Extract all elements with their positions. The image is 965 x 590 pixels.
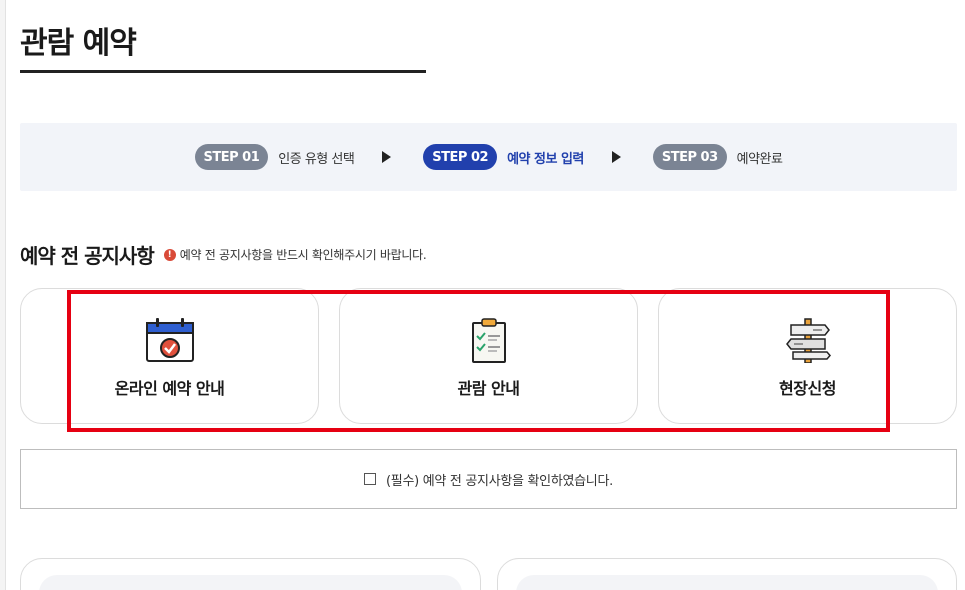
notice-heading: 예약 전 공지사항 ! 예약 전 공지사항을 반드시 확인해주시기 바랍니다. — [20, 240, 427, 269]
step-3-label: 예약완료 — [736, 151, 783, 167]
step-3-badge: STEP 03 — [652, 144, 727, 170]
step-2-badge: STEP 02 — [423, 144, 498, 170]
card-label: 관람 안내 — [457, 379, 520, 398]
card-onsite-application[interactable]: 현장신청 — [658, 288, 957, 424]
signpost-icon — [785, 318, 831, 363]
agreement-checkbox[interactable] — [364, 473, 377, 485]
card-label: 온라인 예약 안내 — [114, 379, 225, 398]
calendar-check-icon — [145, 318, 194, 362]
step-1: STEP 01 인증 유형 선택 — [194, 144, 355, 170]
page-title: 관람 예약 — [20, 26, 137, 61]
step-1-badge: STEP 01 — [194, 144, 269, 170]
step-arrow-icon — [611, 151, 621, 163]
step-arrow-icon — [382, 151, 392, 163]
step-3: STEP 03 예약완료 — [652, 144, 783, 170]
page: 관람 예약 STEP 01 인증 유형 선택 STEP 02 예약 정보 입력 … — [0, 0, 965, 590]
warning-icon: ! — [163, 248, 176, 261]
agreement-label[interactable]: (필수) 예약 전 공지사항을 확인하였습니다. — [386, 470, 613, 489]
clipboard-checklist-icon — [471, 318, 506, 363]
bottom-panel-left — [20, 558, 481, 590]
card-label: 현장신청 — [779, 379, 836, 398]
title-underline — [20, 70, 426, 73]
bottom-panel-right — [497, 558, 957, 590]
card-online-reservation-guide[interactable]: 온라인 예약 안내 — [20, 288, 319, 424]
notice-subtitle: ! 예약 전 공지사항을 반드시 확인해주시기 바랍니다. — [163, 246, 427, 263]
notice-subtitle-text: 예약 전 공지사항을 반드시 확인해주시기 바랍니다. — [179, 248, 427, 262]
step-2: STEP 02 예약 정보 입력 — [423, 144, 584, 170]
notice-title: 예약 전 공지사항 — [20, 244, 155, 268]
bottom-panel-right-inner — [516, 575, 938, 590]
agreement-box[interactable]: (필수) 예약 전 공지사항을 확인하였습니다. — [20, 449, 957, 509]
step-progress-bar: STEP 01 인증 유형 선택 STEP 02 예약 정보 입력 STEP 0… — [20, 123, 957, 191]
card-viewing-guide[interactable]: 관람 안내 — [339, 288, 638, 424]
step-1-label: 인증 유형 선택 — [278, 151, 355, 167]
step-2-label: 예약 정보 입력 — [507, 151, 584, 167]
background-window-edge — [0, 0, 6, 590]
bottom-panel-left-inner — [39, 575, 462, 590]
